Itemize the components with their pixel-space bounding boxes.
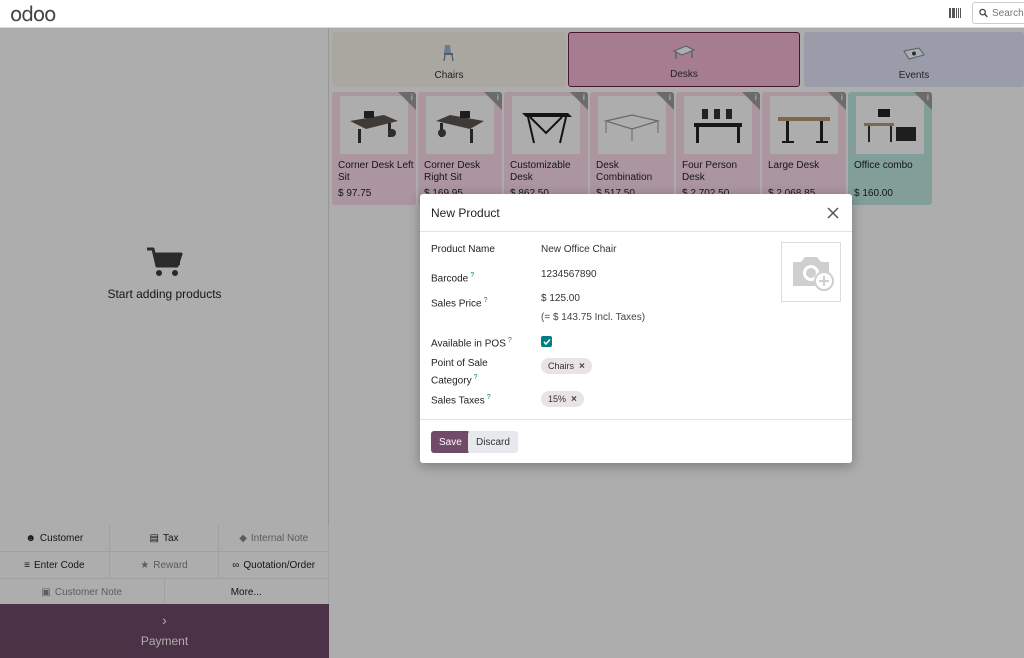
barcode-label-text: Barcode (431, 273, 469, 285)
sales-taxes-label: Sales Taxes? (431, 391, 491, 408)
product-image-upload[interactable] (781, 242, 841, 302)
remove-tag-icon[interactable]: × (571, 394, 577, 405)
close-icon[interactable] (825, 205, 841, 221)
sales-price-label-text: Sales Price (431, 298, 482, 310)
sales-price-label: Sales Price? (431, 294, 487, 311)
barcode-label: Barcode? (431, 269, 474, 286)
available-in-pos-label: Available in POS? (431, 334, 512, 351)
sales-taxes-tag-label: 15% (548, 394, 567, 404)
available-in-pos-label-text: Available in POS (431, 338, 506, 350)
logo-text: odoo (10, 2, 56, 26)
pos-category-label: Point of Sale Category? (431, 357, 488, 388)
save-button[interactable]: Save (431, 431, 470, 453)
camera-add-icon (793, 257, 834, 291)
help-icon[interactable]: ? (474, 374, 478, 381)
odoo-logo[interactable]: odoo (10, 2, 56, 26)
sales-price-field[interactable]: $ 125.00 (541, 293, 580, 304)
help-icon[interactable]: ? (484, 297, 488, 304)
help-icon[interactable]: ? (487, 394, 491, 401)
checkmark-icon (542, 338, 551, 345)
help-icon[interactable]: ? (470, 272, 474, 279)
pos-category-tag: Chairs × (541, 358, 592, 374)
sales-taxes-tag: 15% × (541, 391, 584, 407)
barcode-icon[interactable] (949, 8, 962, 18)
remove-tag-icon[interactable]: × (579, 361, 585, 372)
search-input[interactable] (992, 7, 1024, 19)
new-product-dialog: New Product Product Name New Office Chai… (420, 194, 852, 463)
top-navbar: odoo (0, 0, 1024, 28)
pos-category-tag-label: Chairs (548, 361, 575, 371)
barcode-field[interactable]: 1234567890 (541, 269, 597, 280)
dialog-title: New Product (431, 205, 500, 220)
product-name-label: Product Name (431, 244, 495, 255)
search-icon (979, 8, 988, 18)
dialog-footer: Save Discard (420, 419, 852, 463)
discard-button[interactable]: Discard (468, 431, 518, 453)
dialog-header: New Product (420, 194, 852, 232)
available-in-pos-checkbox[interactable] (541, 336, 552, 347)
sales-taxes-label-text: Sales Taxes (431, 395, 485, 407)
pos-category-label-line2: Category (431, 375, 472, 387)
product-search[interactable] (972, 2, 1024, 24)
pos-category-label-line1: Point of Sale (431, 358, 488, 369)
product-name-field[interactable]: New Office Chair (541, 244, 616, 255)
help-icon[interactable]: ? (508, 337, 512, 344)
sales-price-incl-taxes: (= $ 143.75 Incl. Taxes) (541, 312, 646, 323)
